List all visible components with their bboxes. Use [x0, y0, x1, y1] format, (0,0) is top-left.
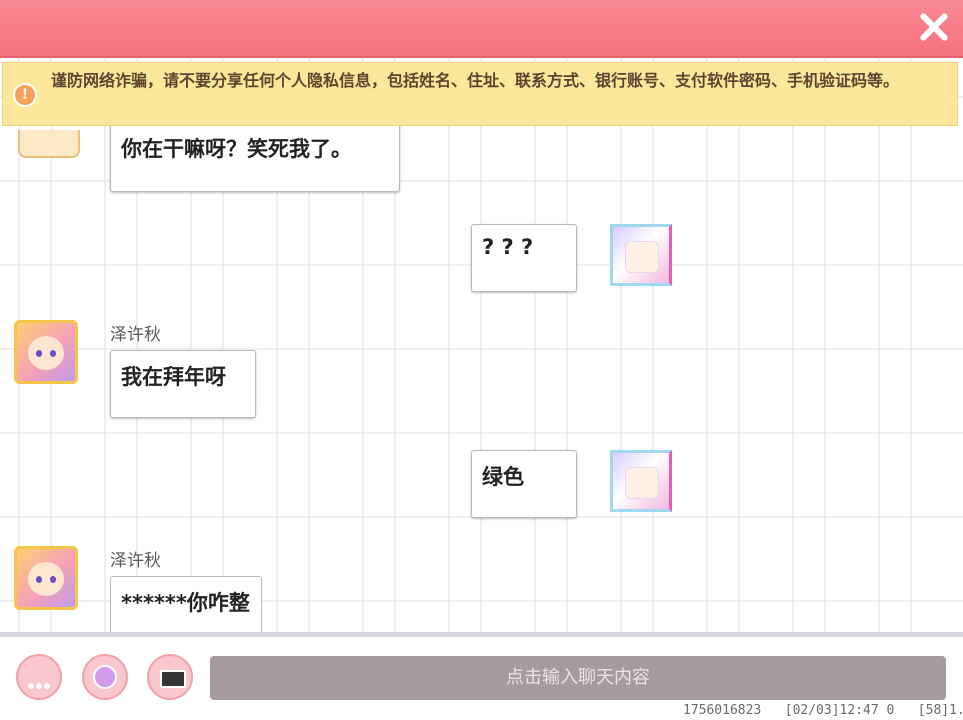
chat-input[interactable]: 点击输入聊天内容 [210, 656, 946, 700]
avatar[interactable] [14, 320, 78, 384]
message-text: 绿色 [482, 465, 524, 489]
more-button[interactable] [16, 654, 62, 700]
message-bubble: ? ? ? [471, 224, 577, 292]
build-info: 1756016823 [02/03]12:47 0 [58]1.23.0 [683, 703, 963, 718]
avatar-eye [36, 350, 42, 357]
avatar-eye [36, 576, 42, 583]
emoji-button[interactable] [82, 654, 128, 700]
message-bubble: ******你咋整 [110, 576, 262, 632]
message-text: ******你咋整 [121, 591, 250, 615]
avatar-face [28, 336, 64, 370]
avatar[interactable] [14, 546, 78, 610]
close-icon[interactable] [915, 9, 951, 45]
message-bubble: 我在拜年呀 [110, 350, 256, 418]
keyboard-icon [160, 670, 186, 688]
emoji-icon [93, 665, 117, 689]
avatar-face [28, 562, 64, 596]
divider [0, 632, 963, 637]
avatar[interactable] [610, 450, 672, 512]
info-icon: ! [13, 83, 37, 107]
title-bar [0, 0, 963, 58]
warning-text: 谨防网络诈骗，请不要分享任何个人隐私信息，包括姓名、住址、联系方式、银行账号、支… [51, 71, 900, 90]
message-bubble: 绿色 [471, 450, 577, 518]
avatar-eye [50, 350, 56, 357]
keyboard-button[interactable] [147, 654, 193, 700]
avatar-face [625, 241, 659, 273]
more-dots-icon [28, 674, 52, 689]
avatar-eye [50, 576, 56, 583]
message-text: 我在拜年呀 [121, 365, 226, 389]
avatar[interactable] [610, 224, 672, 286]
message-text: 你在干嘛呀？笑死我了。 [121, 137, 352, 161]
sender-name: 泽许秋 [110, 325, 161, 345]
sender-name: 泽许秋 [110, 551, 161, 571]
avatar[interactable] [18, 130, 80, 158]
message-text: ? ? ? [482, 235, 534, 259]
fraud-warning-banner: ! 谨防网络诈骗，请不要分享任何个人隐私信息，包括姓名、住址、联系方式、银行账号… [2, 62, 958, 126]
avatar-face [625, 467, 659, 499]
